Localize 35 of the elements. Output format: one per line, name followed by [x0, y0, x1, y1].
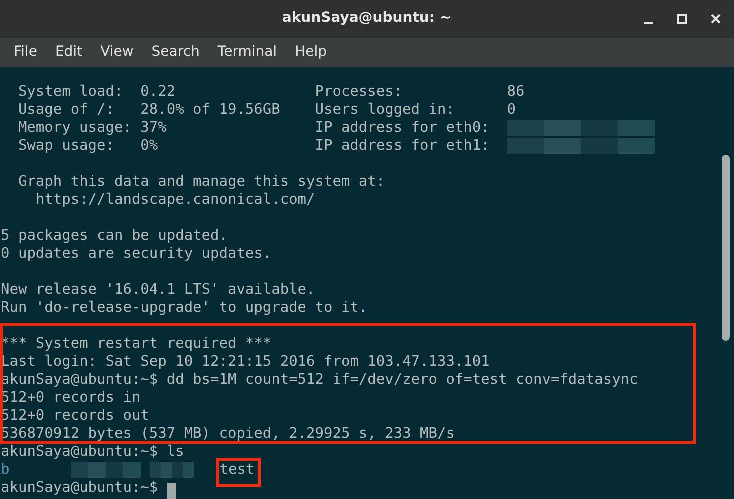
window-title: akunSaya@ubuntu: ~	[282, 9, 452, 28]
stat-label: IP address for eth0:	[315, 119, 491, 137]
terminal-line: 512+0 records out	[1, 408, 150, 424]
menu-item[interactable]: File	[6, 42, 46, 63]
terminal-line: https://landscape.canonical.com/	[34, 192, 316, 208]
stat-label: IP address for eth1:	[315, 137, 491, 155]
stat-value: 0	[507, 101, 516, 119]
redacted-blur	[150, 462, 194, 478]
redacted-blur	[70, 462, 141, 478]
menu-item[interactable]: View	[92, 42, 142, 63]
terminal-line: akunSaya@ubuntu:~$ ls	[1, 444, 184, 460]
stat-label: Processes:	[315, 83, 404, 101]
terminal-line: New release '16.04.1 LTS' available.	[1, 282, 316, 298]
stat-label: Swap usage: 0%	[18, 137, 160, 155]
menu-item[interactable]: Edit	[47, 42, 91, 63]
menu-item[interactable]: Help	[287, 42, 335, 63]
terminal-line: Graph this data and manage this system at:	[17, 174, 386, 190]
terminal-line: 536870912 bytes (537 MB) copied, 2.29925 s, 233 MB/s	[1, 426, 455, 442]
file-name: test	[220, 462, 255, 478]
close-icon	[711, 14, 721, 24]
terminal-line: 5 packages can be updated.	[1, 228, 228, 244]
menu-item[interactable]: Terminal	[210, 42, 286, 63]
shell-prompt: akunSaya@ubuntu:~$	[1, 479, 158, 497]
stat-value: 86	[507, 83, 525, 101]
file-name: b	[1, 461, 11, 479]
stat-label: Users logged in:	[315, 101, 456, 119]
stat-label: Usage of /: 28.0% of 19.56GB	[18, 101, 282, 119]
terminal-line: *** System restart required ***	[1, 336, 272, 352]
terminal-line: 512+0 records in	[1, 390, 141, 406]
terminal-line: Run 'do-release-upgrade' to upgrade to it.	[1, 300, 368, 316]
menu-item[interactable]: Search	[144, 42, 208, 63]
stat-label: Memory usage: 37%	[18, 119, 168, 137]
stat-label: System load: 0.22	[18, 83, 177, 101]
terminal-line: akunSaya@ubuntu:~$ dd bs=1M count=512 if=/dev/zero of=test conv=fdatasync	[1, 372, 638, 388]
terminal-line: 0 updates are security updates.	[1, 246, 272, 262]
